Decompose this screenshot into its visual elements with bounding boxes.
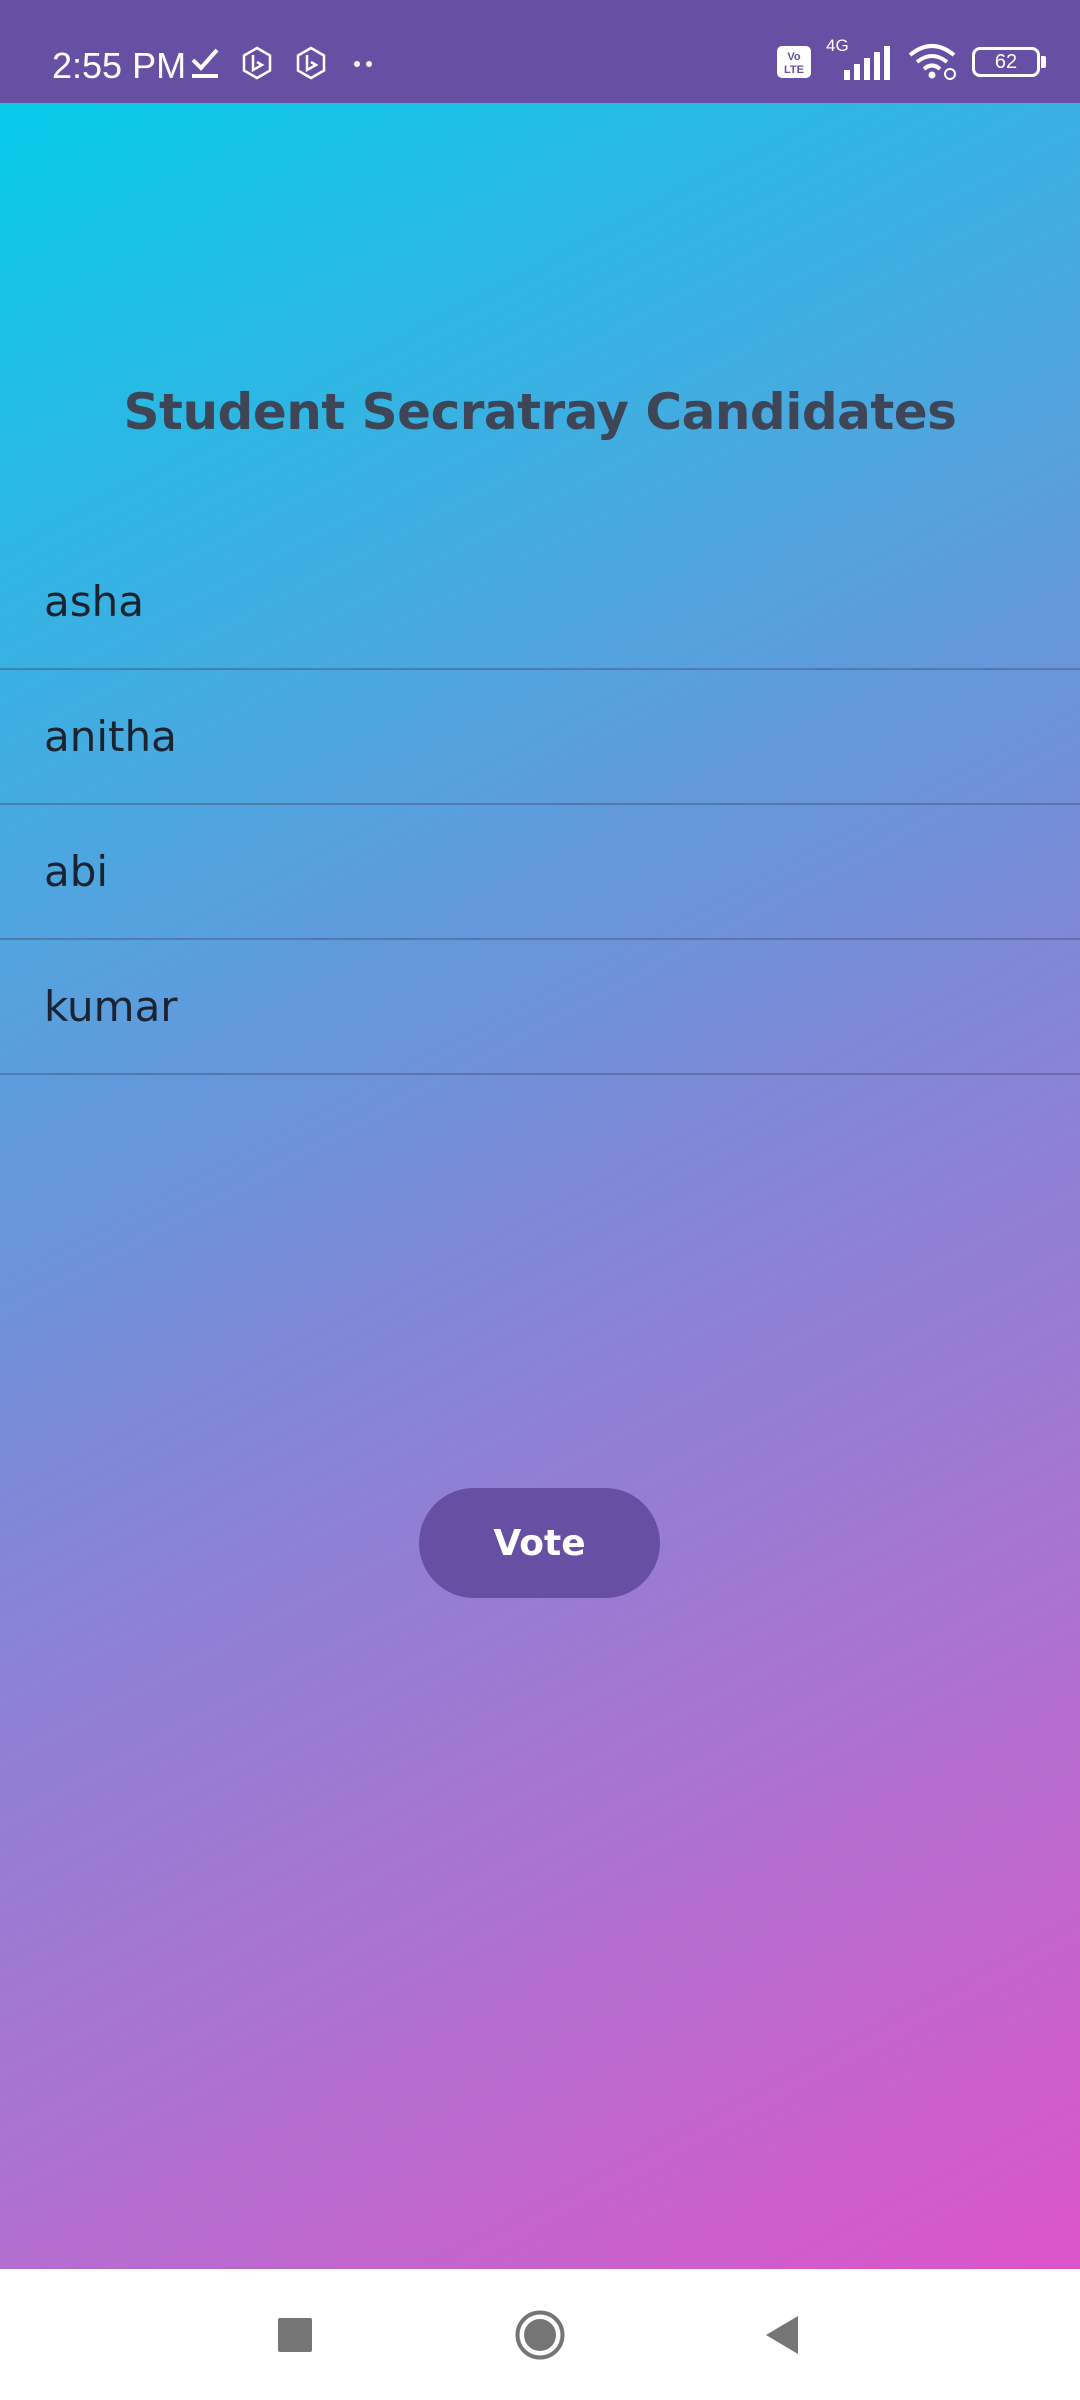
svg-text:Vo: Vo (787, 51, 801, 63)
wifi-icon (908, 44, 956, 80)
signal-icon (844, 46, 890, 80)
bing-icon (296, 46, 326, 80)
recents-button[interactable] (235, 2269, 355, 2400)
status-time: 2:55 PM (52, 45, 187, 86)
battery-level: 62 (994, 50, 1018, 73)
back-icon (766, 2315, 798, 2354)
more-dots-icon (354, 61, 372, 67)
volte-icon: Vo LTE (777, 46, 811, 78)
recents-icon (278, 2317, 312, 2352)
candidate-item[interactable]: abi (0, 805, 1080, 940)
page-title: Student Secratray Candidates (123, 383, 957, 441)
status-system-icons: Vo LTE 4G 62 (776, 36, 1046, 82)
home-button[interactable] (480, 2269, 600, 2400)
battery-icon: 62 (972, 47, 1046, 77)
status-bar: 2:55 PM Vo LTE 4G 62 (0, 0, 1080, 103)
candidate-item[interactable]: anitha (0, 670, 1080, 805)
vote-button[interactable]: Vote (419, 1488, 660, 1598)
svg-text:LTE: LTE (784, 64, 804, 76)
back-button[interactable] (722, 2269, 842, 2400)
candidate-item[interactable]: asha (0, 535, 1080, 670)
signal-indicator: 4G (826, 36, 892, 82)
candidate-name: asha (44, 577, 144, 626)
check-icon (191, 48, 219, 78)
candidate-list: asha anitha abi kumar (0, 535, 1080, 1075)
candidate-name: kumar (44, 982, 178, 1031)
app-content: Student Secratray Candidates asha anitha… (0, 103, 1080, 2269)
battery-cap (1041, 56, 1046, 68)
navigation-bar (0, 2269, 1080, 2400)
home-icon (515, 2310, 565, 2359)
candidate-name: abi (44, 847, 109, 896)
bing-icon (242, 46, 272, 80)
candidate-item[interactable]: kumar (0, 940, 1080, 1075)
status-notification-icons (190, 46, 378, 80)
candidate-name: anitha (44, 712, 177, 761)
